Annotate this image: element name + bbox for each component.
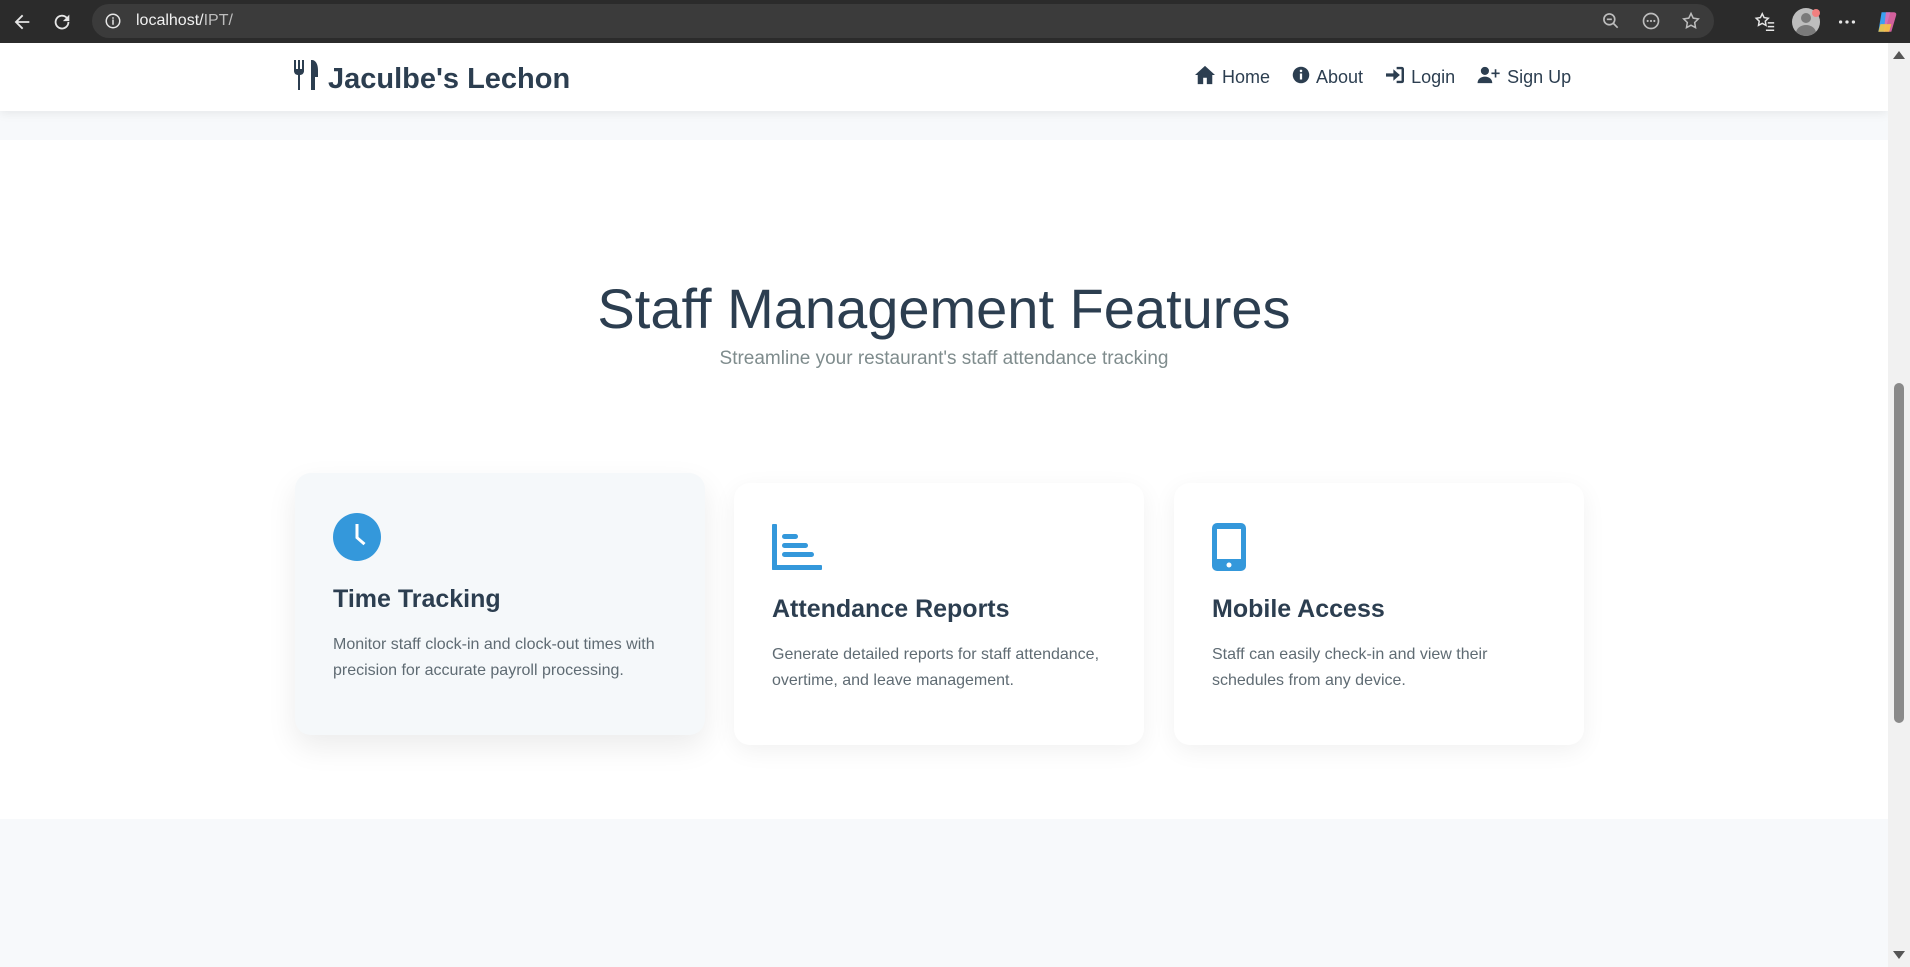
profile-avatar[interactable] xyxy=(1792,7,1820,36)
reading-mode-icon[interactable] xyxy=(1640,10,1662,32)
favorites-icon[interactable] xyxy=(1754,11,1776,33)
refresh-icon[interactable] xyxy=(44,4,80,40)
brand-name: Jaculbe's Lechon xyxy=(328,62,571,95)
features-subtitle: Streamline your restaurant's staff atten… xyxy=(719,348,1169,369)
zoom-out-icon[interactable] xyxy=(1600,10,1622,32)
features-title: Staff Management Features xyxy=(597,277,1291,340)
scroll-up-arrow-icon[interactable] xyxy=(1893,51,1905,59)
feature-card-time-tracking[interactable]: Time Tracking Monitor staff clock-in and… xyxy=(295,473,705,735)
url-text: localhost/IPT/ xyxy=(136,12,233,30)
clock-icon xyxy=(333,513,667,561)
user-plus-icon xyxy=(1477,66,1501,89)
url-path: IPT/ xyxy=(203,12,233,29)
browser-toolbar: localhost/IPT/ xyxy=(0,0,1910,43)
feature-card-mobile-access[interactable]: Mobile Access Staff can easily check-in … xyxy=(1174,483,1584,745)
features-section: Staff Management Features Streamline you… xyxy=(0,140,1888,819)
utensils-icon xyxy=(292,59,320,99)
feature-text: Monitor staff clock-in and clock-out tim… xyxy=(333,636,655,679)
site-info-icon[interactable] xyxy=(102,10,124,32)
favorite-star-icon[interactable] xyxy=(1680,10,1702,32)
main-nav: Home About Login Sign Up xyxy=(1194,65,1571,90)
feature-title: Attendance Reports xyxy=(772,595,1010,623)
more-options-icon[interactable] xyxy=(1836,11,1858,33)
nav-home-link[interactable]: Home xyxy=(1194,65,1270,90)
nav-login-label: Login xyxy=(1411,67,1456,87)
feature-text: Staff can easily check-in and view their… xyxy=(1212,646,1488,689)
address-bar[interactable]: localhost/IPT/ xyxy=(92,4,1714,38)
nav-home-label: Home xyxy=(1222,67,1271,87)
site-header: Jaculbe's Lechon Home About Login Sign U… xyxy=(0,43,1888,111)
nav-about-label: About xyxy=(1316,67,1364,87)
scroll-thumb[interactable] xyxy=(1894,383,1904,723)
mobile-icon xyxy=(1212,523,1546,571)
nav-login-link[interactable]: Login xyxy=(1385,65,1455,90)
chart-icon xyxy=(772,523,1106,571)
back-icon[interactable] xyxy=(4,4,40,40)
sign-in-icon xyxy=(1385,66,1405,89)
page-viewport: Jaculbe's Lechon Home About Login Sign U… xyxy=(0,43,1888,967)
nav-signup-label: Sign Up xyxy=(1507,67,1572,87)
home-icon xyxy=(1194,65,1216,90)
vertical-scrollbar[interactable] xyxy=(1888,43,1910,967)
info-circle-icon xyxy=(1292,66,1310,89)
scroll-down-arrow-icon[interactable] xyxy=(1893,951,1905,959)
nav-about-link[interactable]: About xyxy=(1292,65,1363,90)
nav-signup-link[interactable]: Sign Up xyxy=(1477,65,1571,90)
copilot-icon[interactable] xyxy=(1874,9,1900,35)
notification-dot xyxy=(1812,8,1820,17)
feature-title: Mobile Access xyxy=(1212,595,1385,623)
brand-logo[interactable]: Jaculbe's Lechon xyxy=(292,59,570,99)
url-host: localhost/ xyxy=(136,12,204,29)
feature-card-attendance-reports[interactable]: Attendance Reports Generate detailed rep… xyxy=(734,483,1144,745)
feature-text: Generate detailed reports for staff atte… xyxy=(772,646,1100,689)
feature-title: Time Tracking xyxy=(333,585,501,613)
